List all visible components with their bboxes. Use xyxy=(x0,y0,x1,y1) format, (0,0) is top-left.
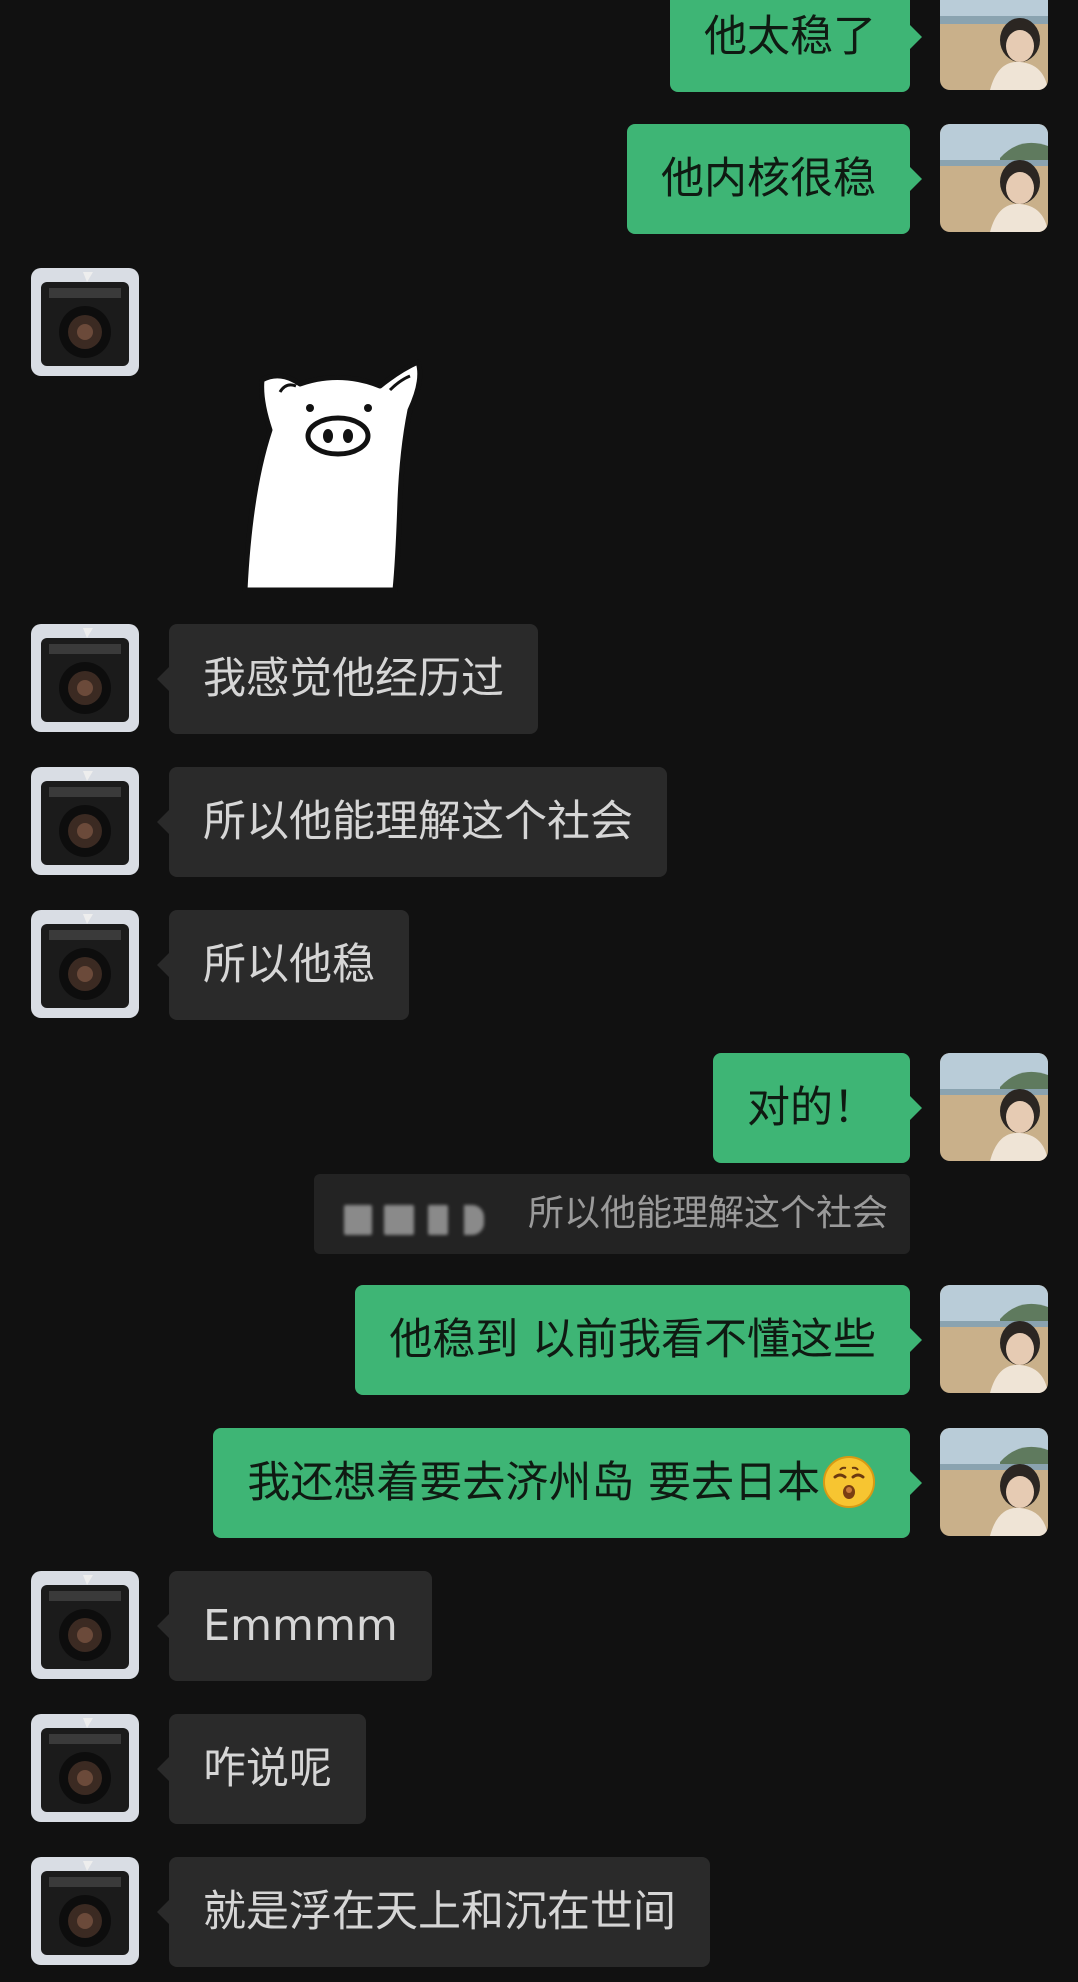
message-bubble-outgoing[interactable]: 他稳到 以前我看不懂这些 xyxy=(355,1285,922,1395)
message-bubble-outgoing[interactable]: 我还想着要去济州岛 要去日本 xyxy=(213,1428,922,1538)
quote-row: 所以他能理解这个社会 xyxy=(0,1174,1078,1254)
message-row: 就是浮在天上和沉在世间 xyxy=(0,1857,1078,1967)
message-bubble-outgoing[interactable]: 他内核很稳 xyxy=(627,124,922,234)
message-bubble-incoming[interactable]: 就是浮在天上和沉在世间 xyxy=(157,1857,710,1967)
message-bubble-outgoing[interactable]: 对的！ xyxy=(713,1053,922,1163)
contact-avatar[interactable] xyxy=(31,1571,139,1679)
pig-sticker[interactable] xyxy=(240,340,480,592)
self-avatar[interactable] xyxy=(940,1053,1048,1161)
contact-avatar[interactable] xyxy=(31,624,139,732)
message-row: 所以他能理解这个社会 xyxy=(0,767,1078,877)
message-row: 对的！ xyxy=(0,1053,1078,1163)
quoted-message[interactable]: 所以他能理解这个社会 xyxy=(313,1174,910,1254)
message-row: 咋说呢 xyxy=(0,1714,1078,1824)
message-bubble-incoming[interactable]: 所以他稳 xyxy=(157,910,409,1020)
message-row: Emmmm xyxy=(0,1571,1078,1681)
message-bubble-incoming[interactable]: 咋说呢 xyxy=(157,1714,366,1824)
self-avatar[interactable] xyxy=(940,124,1048,232)
message-bubble-incoming[interactable]: 所以他能理解这个社会 xyxy=(157,767,667,877)
redacted-name xyxy=(328,1187,514,1241)
message-row: 我感觉他经历过 xyxy=(0,624,1078,734)
quoted-text: 所以他能理解这个社会 xyxy=(527,1193,888,1234)
contact-avatar[interactable] xyxy=(31,767,139,875)
chat-window: 他太稳了 他内核很稳 我感觉他经历过 所以他能理解这个社会 所以他稳 对的！ 所… xyxy=(0,0,1078,1982)
self-avatar[interactable] xyxy=(940,0,1048,90)
message-row: 我还想着要去济州岛 要去日本 xyxy=(0,1428,1078,1538)
contact-avatar[interactable] xyxy=(31,910,139,1018)
message-row: 他太稳了 xyxy=(0,0,1078,92)
contact-avatar[interactable] xyxy=(31,1857,139,1965)
message-bubble-incoming[interactable]: Emmmm xyxy=(157,1571,432,1681)
message-bubble-outgoing[interactable]: 他太稳了 xyxy=(670,0,922,92)
self-avatar[interactable] xyxy=(940,1285,1048,1393)
contact-avatar[interactable] xyxy=(31,268,139,376)
message-row: 所以他稳 xyxy=(0,910,1078,1020)
contact-avatar[interactable] xyxy=(31,1714,139,1822)
message-row: 他内核很稳 xyxy=(0,124,1078,234)
message-bubble-incoming[interactable]: 我感觉他经历过 xyxy=(157,624,538,734)
self-avatar[interactable] xyxy=(940,1428,1048,1536)
message-text: 我还想着要去济州岛 要去日本 xyxy=(247,1458,820,1508)
kissing-face-emoji xyxy=(823,1455,875,1508)
message-row: 他稳到 以前我看不懂这些 xyxy=(0,1285,1078,1395)
message-row xyxy=(0,268,1078,598)
